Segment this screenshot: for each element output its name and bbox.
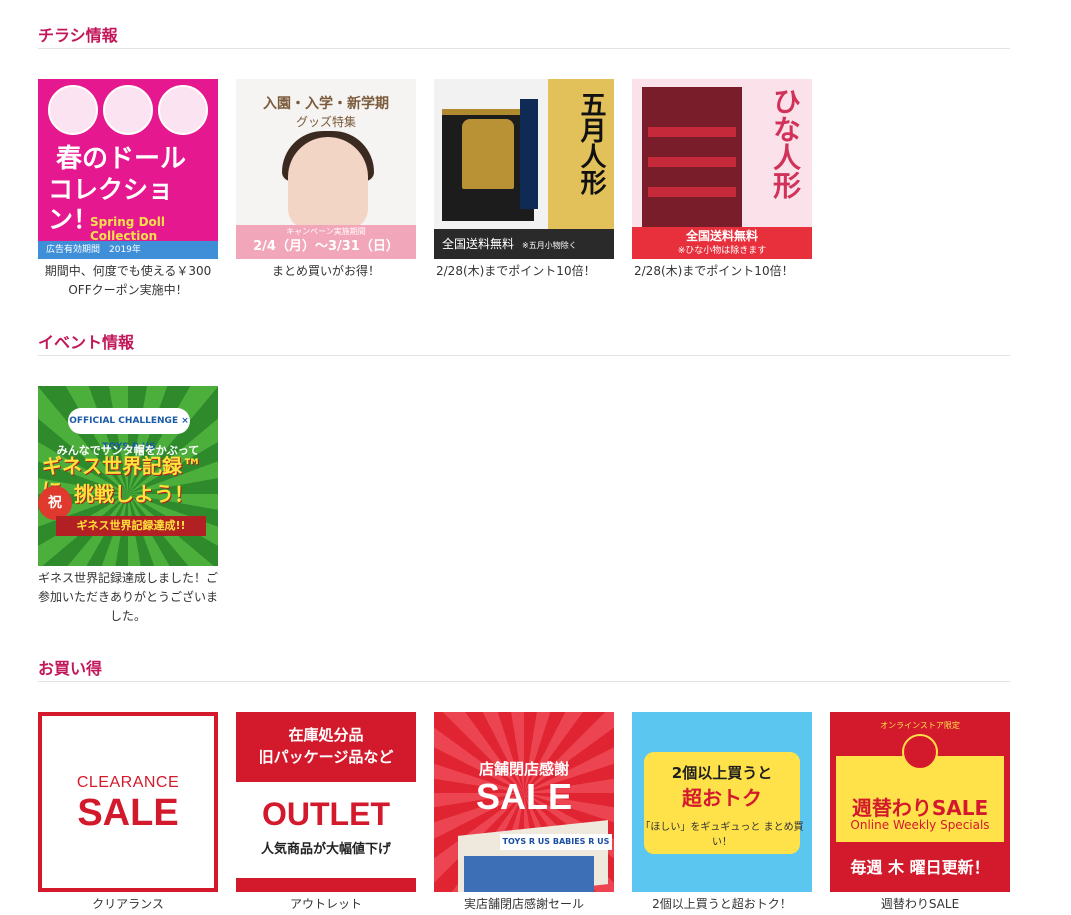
deal-caption[interactable]: 実店舗閉店感謝セール [434,895,614,914]
banner-header: 在庫処分品 旧パッケージ品など [236,712,416,782]
banner-footer-label: キャンペーン実施期間 [286,227,366,236]
hina-tier [648,187,736,197]
banner-logo: OFFICIAL CHALLENGE × TOYS R US [68,408,190,452]
banner-subhead: グッズ特集 [295,115,356,129]
section-divider [38,681,1010,682]
section-title-events: イベント情報 [38,333,135,352]
deal-caption[interactable]: クリアランス [38,895,218,914]
banner-footer: キャンペーン実施期間 2/4（月）～3/31（日） [236,225,416,259]
banner-headline: 超おトク [682,786,762,810]
girl-photo [288,137,368,229]
banner-footer-note: ※五月小物除く [522,241,577,250]
banner-headline: 春のドール [56,144,187,174]
flyer-card-may-dolls[interactable]: 五月人形 全国送料無料 ※五月小物除く 2/28(木)までポイント10倍！ [434,79,614,281]
banner-subhead: 旧パッケージ品など [258,748,394,766]
doll-image [103,85,153,135]
event-banner-guinness[interactable]: OFFICIAL CHALLENGE × TOYS R US みんなでサンタ帽を… [38,386,218,566]
deal-card-outlet[interactable]: 在庫処分品 旧パッケージ品など OUTLET 人気商品が大幅値下げ アウトレット [236,712,416,914]
store-building-image [464,856,594,892]
banner-footer-period: 2/4（月）～3/31（日） [253,239,399,254]
section-divider [38,48,1010,49]
event-card-guinness[interactable]: OFFICIAL CHALLENGE × TOYS R US みんなでサンタ帽を… [38,386,218,626]
banner-side-panel: 五月人形 [548,79,614,229]
flyer-card-hina-dolls[interactable]: ひな人形 全国送料無料 ※ひな小物は除きます 2/28(木)までポイント10倍！ [632,79,812,281]
banner-tagline: 「ほしい」をギュギュっと まとめ買い！ [640,822,804,848]
banner-vertical-title: ひな人形 [769,87,802,199]
banner-subhead: Online Weekly Specials [850,818,990,832]
section-title-flyers: チラシ情報 [38,26,118,45]
event-caption[interactable]: ギネス世界記録達成しました！ご参加いただきありがとうございました。 [38,569,218,626]
deal-banner-weekly-sale[interactable]: オンラインストア限定 週替わりSALE Online Weekly Specia… [830,712,1010,892]
kabuto-photo [462,119,514,189]
banner-logo: Spring Doll Collection [90,215,166,243]
deal-card-weekly-sale[interactable]: オンラインストア限定 週替わりSALE Online Weekly Specia… [830,712,1010,914]
deal-banner-clearance[interactable]: CLEARANCE SALE [38,712,218,892]
banner-footer: 全国送料無料 ※五月小物除く [434,229,614,259]
doll-image [48,85,98,135]
banner-headline: 入園・入学・新学期 [263,96,389,112]
flyer-card-doll[interactable]: 春のドール コレクション！ Spring Doll Collection 広告有… [38,79,218,300]
hina-tier [648,157,736,167]
banner-footer-note: ※ひな小物は除きます [677,246,767,256]
flyer-caption[interactable]: まとめ買いがお得！ [236,262,416,281]
doll-image [158,85,208,135]
banner-subhead: CLEARANCE [76,774,180,791]
banner-headline: 挑戦しよう！ [74,482,194,506]
deal-caption[interactable]: 2個以上買うと超おトク！ [632,895,812,914]
flyer-caption[interactable]: 2/28(木)までポイント10倍！ [632,262,812,281]
section-divider [38,355,1010,356]
kabuto-banner-flag [520,99,538,209]
banner-tagline: 人気商品が大幅値下げ [260,842,391,857]
deal-card-clearance[interactable]: CLEARANCE SALE クリアランス [38,712,218,914]
deal-banner-bulk-buy[interactable]: 2個以上買うと 超おトク 「ほしい」をギュギュっと まとめ買い！ [632,712,812,892]
banner-footer: 全国送料無料 ※ひな小物は除きます [632,227,812,259]
banner-headline: SALE [475,776,572,817]
banner-footer-label: 全国送料無料 [685,229,758,243]
banner-tagline: 毎週 木 曜日更新！ [850,858,990,877]
deal-card-closing-sale[interactable]: 店舗閉店感謝 SALE TOYS R US BABIES R US 実店舗閉店感… [434,712,614,914]
flyer-banner-doll[interactable]: 春のドール コレクション！ Spring Doll Collection 広告有… [38,79,218,259]
banner-headline: SALE [77,792,179,834]
deal-card-bulk-buy[interactable]: 2個以上買うと 超おトク 「ほしい」をギュギュっと まとめ買い！ 2個以上買うと… [632,712,812,914]
banner-period: 広告有効期間 2019年 2/14(木)→3/19(火) [38,241,218,259]
flyer-caption[interactable]: 2/28(木)までポイント10倍！ [434,262,614,281]
banner-subhead: 在庫処分品 [288,726,364,744]
section-title-deals: お買い得 [38,659,103,678]
hina-tier [648,127,736,137]
banner-ribbon: ギネス世界記録達成!! [56,516,206,536]
flyer-caption[interactable]: 期間中、何度でも使える￥300 OFFクーポン実施中！ [38,262,218,300]
banner-headline: OUTLET [262,796,390,832]
celebration-badge: 祝 [38,486,72,520]
hina-photo [642,87,742,227]
banner-footer-label: 全国送料無料 [442,237,515,251]
banner-headline: 週替わりSALE [851,796,989,820]
deal-caption[interactable]: アウトレット [236,895,416,914]
deal-banner-outlet[interactable]: 在庫処分品 旧パッケージ品など OUTLET 人気商品が大幅値下げ [236,712,416,892]
banner-tag: オンラインストア限定 [880,721,960,730]
banner-vertical-title: 五月人形 [576,91,606,195]
deal-banner-closing-sale[interactable]: 店舗閉店感謝 SALE TOYS R US BABIES R US [434,712,614,892]
flyer-banner-may-dolls[interactable]: 五月人形 全国送料無料 ※五月小物除く [434,79,614,259]
banner-headline: 2個以上買うと [671,764,773,782]
store-sign: TOYS R US BABIES R US [500,834,612,850]
flyer-banner-hina-dolls[interactable]: ひな人形 全国送料無料 ※ひな小物は除きます [632,79,812,259]
deal-caption[interactable]: 週替わりSALE [830,895,1010,914]
banner-footer [236,878,416,892]
flyer-banner-school[interactable]: 入園・入学・新学期 グッズ特集 キャンペーン実施期間 2/4（月）～3/31（日… [236,79,416,259]
giraffe-icon [902,734,938,770]
flyer-card-school[interactable]: 入園・入学・新学期 グッズ特集 キャンペーン実施期間 2/4（月）～3/31（日… [236,79,416,281]
